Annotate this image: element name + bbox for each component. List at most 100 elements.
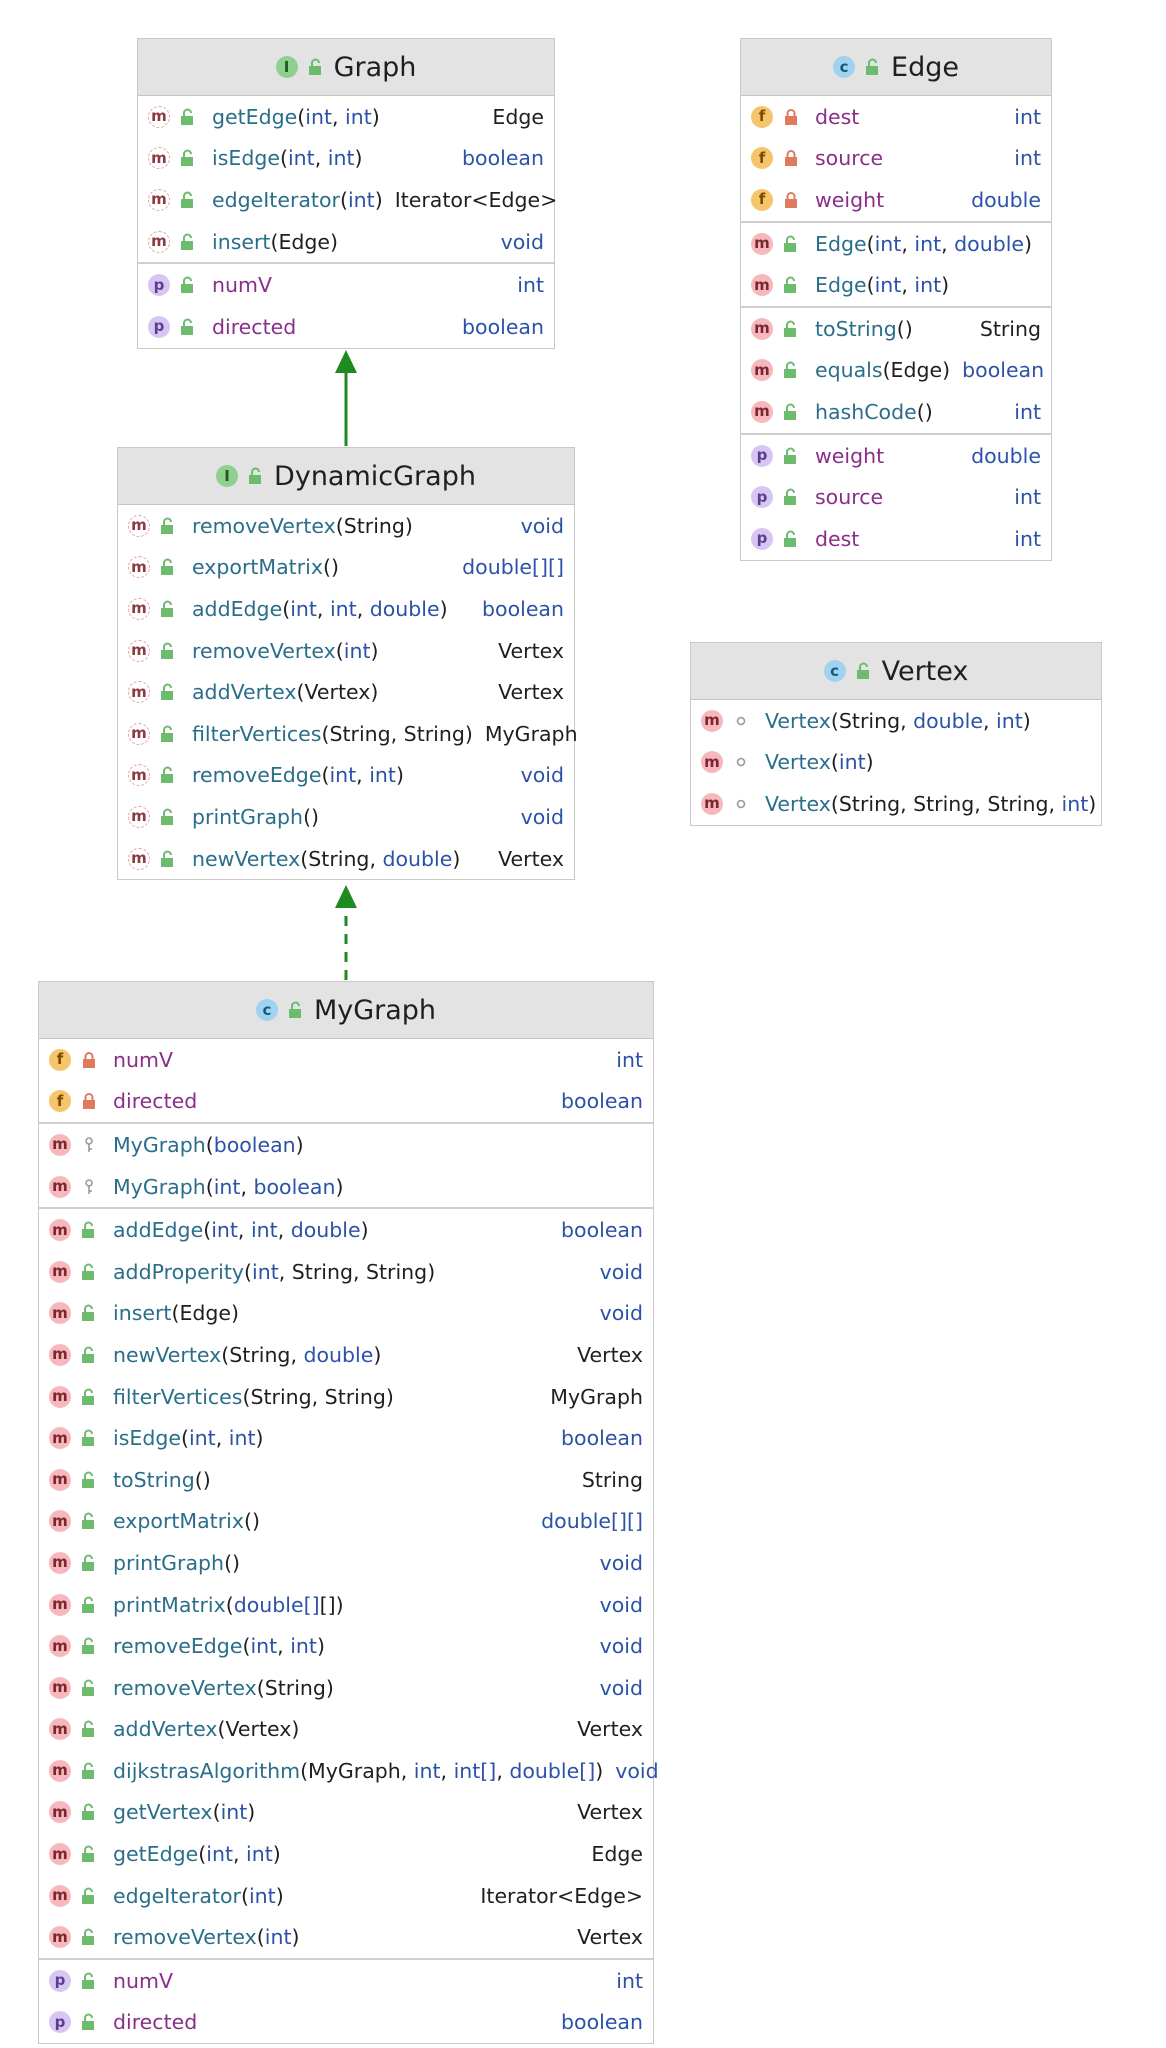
method-icon: m [49, 1510, 71, 1533]
member-name: Edge [815, 231, 867, 256]
member-type: Vertex [498, 680, 564, 705]
graph-properties: p numV int p directed boolean [138, 262, 554, 347]
member-row[interactable]: m removeVertex(String) void [39, 1667, 653, 1709]
member-row[interactable]: f source int [741, 138, 1051, 180]
class-icon: c [833, 56, 856, 78]
member-params: (Vertex) [217, 1717, 300, 1742]
member-row[interactable]: m MyGraph(boolean) [39, 1124, 653, 1166]
member-row[interactable]: m insert(Edge) void [39, 1293, 653, 1335]
member-name: addEdge [192, 596, 283, 621]
member-params: (int) [335, 638, 379, 663]
edge-header[interactable]: c Edge [741, 39, 1051, 96]
member-row[interactable]: m Vertex(String, double, int) [691, 700, 1101, 742]
member-row[interactable]: p directed boolean [39, 2002, 653, 2044]
member-row[interactable]: p weight double [741, 435, 1051, 477]
member-row[interactable]: m getEdge(int, int) Edge [138, 96, 554, 138]
public-icon [160, 850, 176, 868]
mygraph-header[interactable]: c MyGraph [39, 982, 653, 1039]
member-params: () [224, 1550, 241, 1575]
member-row[interactable]: m toString() String [741, 308, 1051, 350]
member-row[interactable]: m MyGraph(int, boolean) [39, 1166, 653, 1208]
edge-fields: f dest int f source int f weight double [741, 96, 1051, 221]
dynamicgraph-header[interactable]: I DynamicGraph [118, 448, 574, 505]
member-row[interactable]: m edgeIterator(int) Iterator<Edge> [138, 179, 557, 221]
graph-class-box[interactable]: I Graph m getEdge(int, int) Edge m isEdge(in… [137, 38, 557, 349]
public-icon [160, 558, 176, 576]
public-icon [160, 642, 176, 660]
member-row[interactable]: m isEdge(int, int) boolean [39, 1417, 653, 1459]
member-name: MyGraph [113, 1132, 206, 1157]
member-row[interactable]: m printGraph() void [118, 796, 574, 838]
member-row[interactable]: m Vertex(String, String, String, int) [691, 783, 1101, 825]
public-icon [81, 1263, 97, 1281]
public-icon [783, 488, 799, 506]
method-icon: m [751, 400, 773, 423]
member-row[interactable]: p source int [741, 476, 1051, 518]
edge-class-box[interactable]: c Edge f dest int f source int f weight double m… [740, 38, 1052, 561]
member-row[interactable]: m newVertex(String, double) Vertex [118, 838, 574, 880]
member-type: boolean [462, 314, 544, 339]
member-row[interactable]: m getEdge(int, int) Edge [39, 1833, 653, 1875]
member-row[interactable]: m addEdge(int, int, double) boolean [39, 1209, 653, 1251]
member-row[interactable]: f weight double [741, 179, 1051, 221]
member-row[interactable]: m newVertex(String, double) Vertex [39, 1334, 653, 1376]
method-icon: m [701, 709, 723, 732]
member-row[interactable]: m Vertex(int) [691, 742, 1101, 784]
member-row[interactable]: m equals(Edge) boolean [741, 350, 1051, 392]
member-type: Vertex [577, 1800, 643, 1825]
package-private-icon [733, 712, 749, 730]
member-params: (int, int, double) [866, 231, 1033, 256]
dynamicgraph-class-box[interactable]: I DynamicGraph m removeVertex(String) void… [117, 447, 578, 881]
member-params: (int) [256, 1925, 300, 1950]
member-row[interactable]: m filterVertices(String, String) MyGraph [118, 713, 578, 755]
member-row[interactable]: m exportMatrix() double[][] [39, 1501, 653, 1543]
member-row[interactable]: f dest int [741, 96, 1051, 138]
public-icon [81, 1845, 97, 1863]
member-row[interactable]: m filterVertices(String, String) MyGraph [39, 1376, 653, 1418]
member-row[interactable]: m isEdge(int, int) boolean [138, 138, 554, 180]
member-row[interactable]: m insert(Edge) void [138, 221, 554, 263]
member-row[interactable]: m removeVertex(int) Vertex [39, 1916, 653, 1958]
member-row[interactable]: m addVertex(Vertex) Vertex [39, 1709, 653, 1751]
member-row[interactable]: p directed boolean [138, 306, 554, 348]
member-row[interactable]: m dijkstrasAlgorithm(MyGraph, int, int[],… [39, 1750, 659, 1792]
graph-header[interactable]: I Graph [138, 39, 554, 96]
member-row[interactable]: m removeVertex(String) void [118, 505, 574, 547]
member-row[interactable]: m exportMatrix() double[][] [118, 547, 574, 589]
member-row[interactable]: m printMatrix(double[][]) void [39, 1584, 653, 1626]
member-name: numV [113, 1968, 173, 1993]
member-name: isEdge [212, 146, 280, 171]
method-icon: m [49, 1219, 71, 1242]
member-params: (String, String) [321, 721, 473, 746]
method-icon: m [49, 1175, 71, 1198]
member-type: Iterator<Edge> [480, 1883, 643, 1908]
member-row[interactable]: m Edge(int, int, double) [741, 223, 1051, 265]
member-type: void [500, 229, 544, 254]
member-row[interactable]: f numV int [39, 1039, 653, 1081]
member-row[interactable]: m toString() String [39, 1459, 653, 1501]
member-row[interactable]: p dest int [741, 518, 1051, 560]
vertex-title: Vertex [881, 655, 969, 687]
vertex-class-box[interactable]: c Vertex m Vertex(String, double, int) m Ve… [690, 642, 1102, 826]
member-row[interactable]: m hashCode() int [741, 391, 1051, 433]
member-name: filterVertices [113, 1384, 243, 1409]
member-row[interactable]: m edgeIterator(int) Iterator<Edge> [39, 1875, 653, 1917]
member-row[interactable]: m getVertex(int) Vertex [39, 1792, 653, 1834]
member-row[interactable]: m removeEdge(int, int) void [39, 1625, 653, 1667]
member-row[interactable]: m Edge(int, int) [741, 264, 1051, 306]
member-row[interactable]: m printGraph() void [39, 1542, 653, 1584]
member-row[interactable]: m removeVertex(int) Vertex [118, 630, 574, 672]
member-row[interactable]: f directed boolean [39, 1081, 653, 1123]
member-row[interactable]: p numV int [138, 264, 554, 306]
mygraph-fields: f numV int f directed boolean [39, 1039, 653, 1122]
member-row[interactable]: m addEdge(int, int, double) boolean [118, 588, 574, 630]
package-private-icon [733, 753, 749, 771]
vertex-header[interactable]: c Vertex [691, 643, 1101, 700]
member-row[interactable]: p numV int [39, 1960, 653, 2002]
public-icon [81, 1803, 97, 1821]
member-name: source [815, 485, 884, 510]
member-row[interactable]: m removeEdge(int, int) void [118, 755, 574, 797]
member-row[interactable]: m addProperity(int, String, String) void [39, 1251, 653, 1293]
mygraph-class-box[interactable]: c MyGraph f numV int f directed boolean m MyGr… [38, 981, 659, 2045]
member-row[interactable]: m addVertex(Vertex) Vertex [118, 671, 574, 713]
